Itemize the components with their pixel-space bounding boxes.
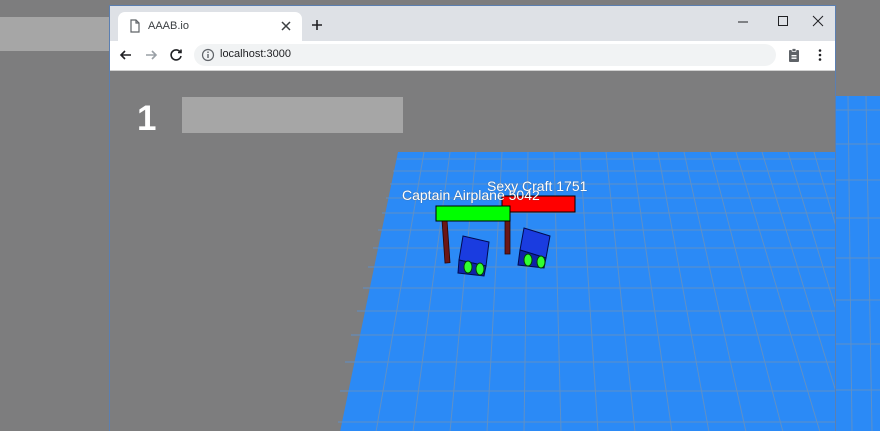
back-arrow-icon[interactable] [118, 47, 134, 63]
background-floor-edge [836, 96, 880, 431]
level-number: 1 [137, 99, 157, 138]
player-health-bar [435, 205, 511, 222]
tab-strip: AAAB.io [110, 6, 835, 41]
page-icon [130, 19, 140, 33]
player-craft [517, 227, 551, 269]
browser-toolbar: localhost:3000 [110, 41, 835, 71]
reload-icon[interactable] [168, 47, 184, 63]
clipboard-icon[interactable] [786, 47, 802, 63]
kebab-menu-icon[interactable] [812, 47, 828, 63]
maximize-icon[interactable] [766, 10, 800, 32]
info-icon[interactable] [201, 48, 215, 62]
forward-arrow-icon[interactable] [143, 47, 159, 63]
background-panel [0, 17, 110, 51]
browser-window: AAAB.io localhost:3000 1 Sexy Craft 1751… [109, 5, 836, 431]
player-name-label: Captain Airplane 5042 [402, 187, 540, 203]
window-close-icon[interactable] [801, 10, 835, 32]
plus-icon[interactable] [309, 17, 325, 33]
tab-title: AAAB.io [148, 20, 189, 32]
address-bar[interactable]: localhost:3000 [194, 44, 776, 66]
player-craft [457, 235, 490, 277]
minimize-icon[interactable] [726, 10, 760, 32]
game-canvas[interactable]: 1 Sexy Craft 1751 Captain Airplane 5042 [110, 70, 835, 431]
tab-aaab[interactable]: AAAB.io [118, 12, 302, 41]
close-icon[interactable] [278, 18, 294, 34]
hud-bar [182, 97, 403, 133]
url-text: localhost:3000 [220, 48, 291, 60]
